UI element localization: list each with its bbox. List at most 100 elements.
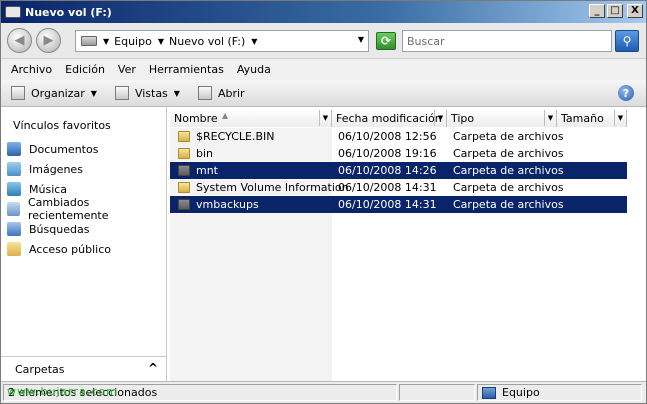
status-empty-section (399, 384, 475, 401)
favorites-title: Vínculos favoritos (13, 119, 111, 132)
file-name: $RECYCLE.BIN (196, 130, 275, 143)
sort-arrow-icon: ▲ (222, 111, 229, 120)
column-filter-dropdown[interactable]: ▼ (614, 110, 626, 126)
navigation-pane: Vínculos favoritos Documentos Imágenes M… (1, 107, 167, 381)
file-list-pane: Nombre ▲ ▼ Fecha modificación ▼ Tipo ▼ T… (167, 107, 646, 381)
organize-icon (11, 86, 25, 100)
column-header-label: Tamaño (561, 112, 604, 125)
refresh-icon: ⟳ (380, 34, 392, 48)
column-header-label: Nombre (174, 112, 218, 125)
views-icon (114, 86, 129, 100)
nav-item-acceso-publico[interactable]: Acceso público (7, 239, 163, 259)
column-header-size[interactable]: Tamaño ▼ (557, 110, 627, 127)
pictures-icon (7, 162, 21, 176)
folder-icon (178, 131, 190, 142)
column-header-label: Tipo (451, 112, 475, 125)
column-filter-dropdown[interactable]: ▼ (434, 110, 446, 126)
breadcrumb-item[interactable]: ▼ (251, 37, 262, 46)
breadcrumb-arrow-icon[interactable]: ▼ (251, 37, 257, 46)
table-row[interactable]: $RECYCLE.BIN 06/10/2008 12:56 Carpeta de… (170, 128, 627, 145)
address-bar[interactable]: ▼ Equipo ▼ Nuevo vol (F:) ▼ ▼ (75, 30, 369, 52)
menu-archivo[interactable]: Archivo (11, 63, 52, 76)
folders-toggle[interactable]: Carpetas ^ (1, 356, 166, 381)
file-type: Carpeta de archivos (453, 181, 564, 194)
column-header-date[interactable]: Fecha modificación ▼ (332, 110, 447, 127)
help-icon[interactable]: ? (618, 85, 634, 101)
documents-icon (7, 142, 21, 156)
column-header-type[interactable]: Tipo ▼ (447, 110, 557, 127)
search-input[interactable]: Buscar (402, 30, 612, 52)
file-name: vmbackups (196, 198, 259, 211)
column-header-name[interactable]: Nombre ▲ ▼ (170, 110, 332, 127)
minimize-button[interactable]: _ (589, 4, 605, 18)
table-row[interactable]: System Volume Information 06/10/2008 14:… (170, 179, 627, 196)
nav-item-label: Documentos (29, 142, 99, 156)
menu-herramientas[interactable]: Herramientas (149, 63, 224, 76)
breadcrumb-item[interactable]: ▼ Nuevo vol (F:) (158, 35, 245, 48)
favorites-list: Documentos Imágenes Música Cambiados rec… (7, 139, 163, 259)
file-date: 06/10/2008 12:56 (338, 130, 437, 143)
table-row[interactable]: mnt 06/10/2008 14:26 Carpeta de archivos (169, 161, 628, 180)
folder-icon (178, 199, 190, 210)
watermark: www.bujarra.com (7, 385, 118, 398)
file-type: Carpeta de archivos (453, 130, 564, 143)
menu-edicion[interactable]: Edición (65, 63, 105, 76)
file-name: mnt (196, 164, 218, 177)
breadcrumb-nuevo-vol[interactable]: Nuevo vol (F:) (169, 35, 245, 48)
status-location-text: Equipo (502, 386, 540, 399)
address-dropdown-icon[interactable]: ▼ (358, 35, 364, 44)
nav-item-busquedas[interactable]: Búsquedas (7, 219, 163, 239)
views-button[interactable]: Vistas ▼ (114, 86, 180, 100)
views-label: Vistas (134, 86, 168, 100)
nav-item-label: Música (29, 182, 68, 196)
folder-icon (178, 148, 190, 159)
explorer-window: Nuevo vol (F:) _ □ X ◀ ▶ ▼ Equipo ▼ Nuevo … (0, 0, 647, 404)
title-bar[interactable]: Nuevo vol (F:) _ □ X (1, 1, 646, 23)
column-header-row: Nombre ▲ ▼ Fecha modificación ▼ Tipo ▼ T… (170, 110, 627, 127)
forward-button[interactable]: ▶ (36, 28, 61, 53)
recent-icon (7, 202, 20, 216)
nav-item-documentos[interactable]: Documentos (7, 139, 163, 159)
breadcrumb-item[interactable]: ▼ Equipo (103, 35, 152, 48)
chevron-up-icon[interactable]: ^ (148, 361, 158, 375)
breadcrumb-arrow-icon[interactable]: ▼ (158, 37, 164, 46)
close-button[interactable]: X (627, 4, 643, 18)
column-filter-dropdown[interactable]: ▼ (544, 110, 556, 126)
open-button[interactable]: Abrir (197, 86, 245, 100)
file-date: 06/10/2008 14:31 (338, 181, 437, 194)
search-icon: ⚲ (622, 34, 632, 48)
nav-item-label: Acceso público (29, 242, 111, 256)
file-date: 06/10/2008 19:16 (338, 147, 437, 160)
file-type: Carpeta de archivos (453, 147, 564, 160)
drive-icon (5, 6, 21, 18)
organize-label: Organizar (31, 86, 85, 100)
file-name: System Volume Information (196, 181, 349, 194)
column-filter-dropdown[interactable]: ▼ (319, 110, 331, 126)
column-header-label: Fecha modificación (336, 112, 442, 125)
maximize-button[interactable]: □ (607, 4, 623, 18)
command-bar: Organizar ▼ Vistas ▼ Abrir ? (1, 80, 646, 107)
music-icon (7, 182, 21, 196)
menu-ayuda[interactable]: Ayuda (237, 63, 271, 76)
nav-item-imagenes[interactable]: Imágenes (7, 159, 163, 179)
searches-icon (7, 222, 21, 236)
refresh-button[interactable]: ⟳ (376, 32, 396, 50)
file-name: bin (196, 147, 214, 160)
search-button[interactable]: ⚲ (615, 30, 639, 52)
chevron-down-icon: ▼ (173, 88, 180, 98)
nav-item-label: Cambiados recientemente (28, 196, 109, 222)
menu-ver[interactable]: Ver (118, 63, 136, 76)
chevron-down-icon: ▼ (90, 88, 97, 98)
table-row[interactable]: vmbackups 06/10/2008 14:31 Carpeta de ar… (169, 195, 628, 214)
file-date: 06/10/2008 14:31 (338, 198, 437, 211)
table-row[interactable]: bin 06/10/2008 19:16 Carpeta de archivos (170, 145, 627, 162)
breadcrumb-arrow-icon[interactable]: ▼ (103, 37, 109, 46)
organize-button[interactable]: Organizar ▼ (11, 86, 97, 100)
folders-label: Carpetas (15, 362, 65, 376)
nav-item-cambiados[interactable]: Cambiados recientemente (7, 196, 163, 222)
open-label: Abrir (217, 86, 245, 100)
file-type: Carpeta de archivos (453, 198, 564, 211)
back-button[interactable]: ◀ (7, 28, 32, 53)
window-title: Nuevo vol (F:) (25, 5, 112, 19)
breadcrumb-equipo[interactable]: Equipo (114, 35, 152, 48)
